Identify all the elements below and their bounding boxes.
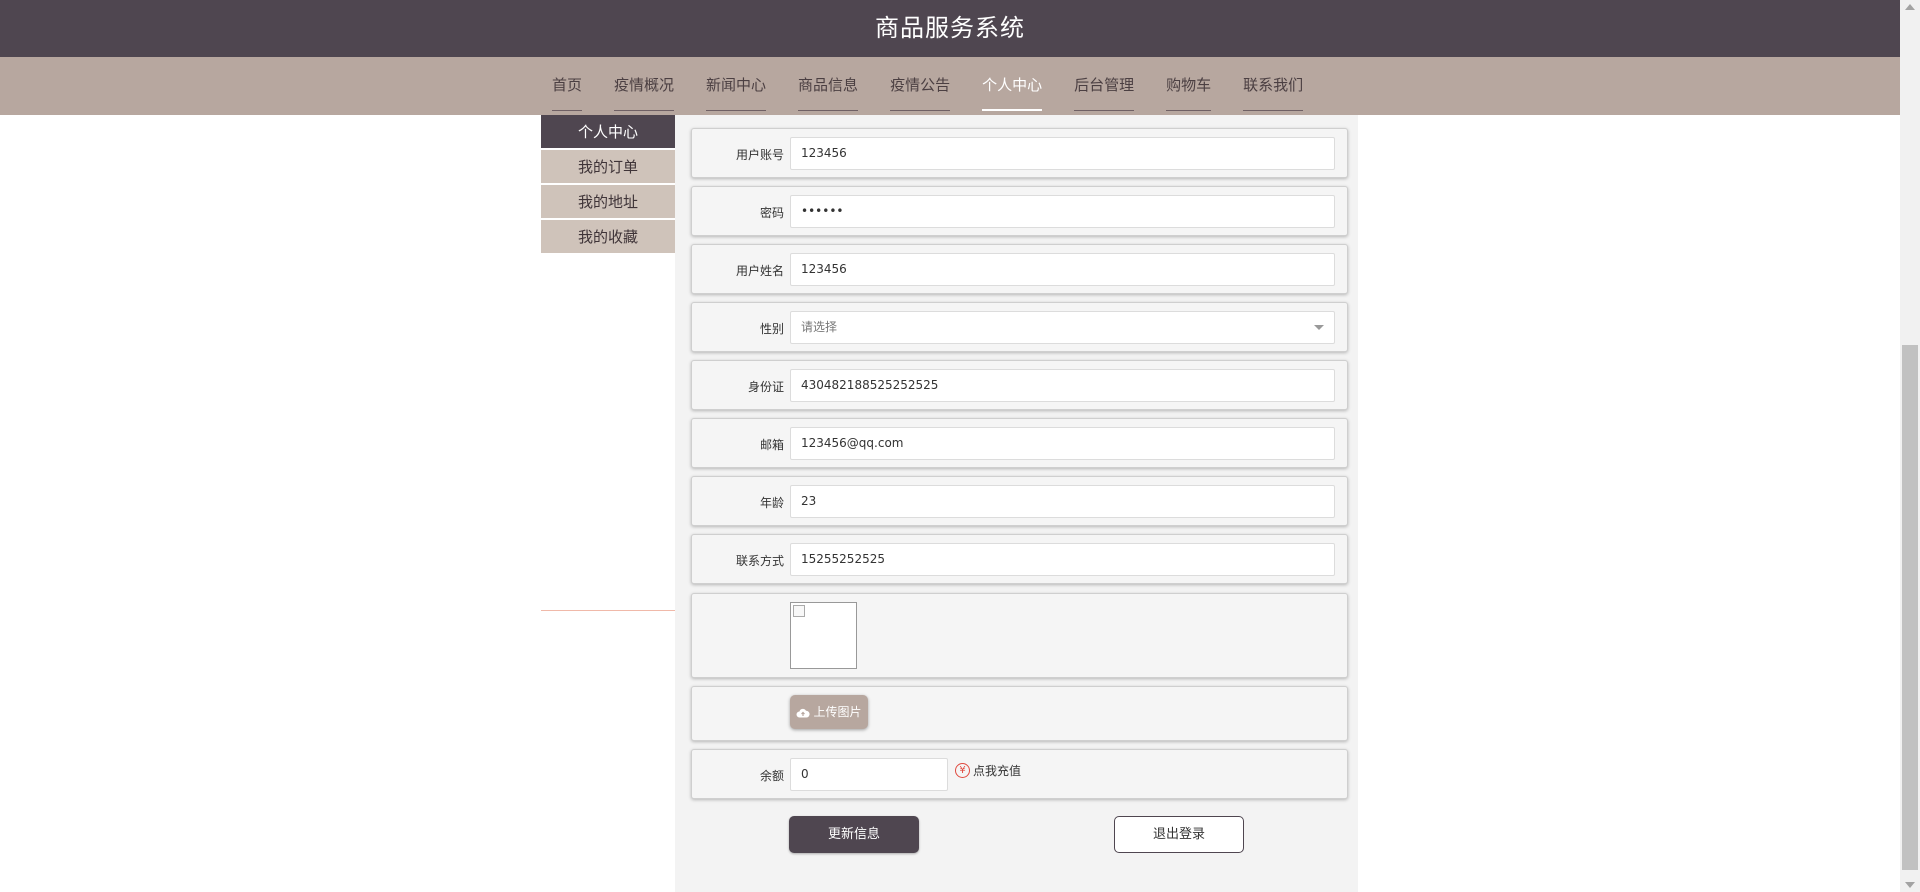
recharge-link[interactable]: ¥ 点我充值 — [955, 762, 1021, 779]
age-label: 年龄 — [759, 496, 784, 510]
nav-item-products[interactable]: 商品信息 — [798, 57, 859, 115]
nav-item-label: 首页 — [552, 76, 583, 94]
balance-input[interactable]: 0 — [790, 758, 948, 791]
realname-input[interactable]: 123456 — [790, 253, 1335, 286]
nav-item-label: 疫情公告 — [890, 76, 951, 94]
email-input[interactable]: 123456@qq.com — [790, 427, 1335, 460]
gender-select[interactable]: 请选择 — [790, 311, 1335, 344]
logout-button[interactable]: 退出登录 — [1114, 816, 1244, 853]
nav-item-label: 个人中心 — [982, 76, 1043, 94]
form-row-balance: 余额 0 ¥ 点我充值 — [691, 749, 1348, 799]
chevron-down-icon — [1314, 325, 1324, 330]
nav-item-label: 联系我们 — [1243, 76, 1304, 94]
avatar-image — [790, 602, 857, 669]
form-row-idcard: 身份证 430482188525252525 — [691, 360, 1348, 410]
nav-item-label: 购物车 — [1166, 76, 1212, 94]
form-row-upload: 上传图片 — [691, 686, 1348, 741]
profile-form: 用户账号 123456 密码 •••••• 用户姓名 123456 性别 请选择… — [675, 115, 1358, 892]
email-label: 邮箱 — [759, 438, 784, 452]
scroll-down-arrow-icon[interactable] — [1905, 882, 1915, 888]
nav-item-personal-center[interactable]: 个人中心 — [982, 57, 1043, 115]
nav-item-label: 商品信息 — [798, 76, 859, 94]
nav-list: 首页 疫情概况 新闻中心 商品信息 疫情公告 个人中心 后台管理 购物车 联系我… — [552, 57, 1335, 115]
nav-item-label: 后台管理 — [1074, 76, 1135, 94]
password-input[interactable]: •••••• — [790, 195, 1335, 228]
sidebar-item-favorites[interactable]: 我的收藏 — [541, 220, 675, 255]
cloud-upload-icon — [796, 708, 811, 717]
sidebar-item-orders[interactable]: 我的订单 — [541, 150, 675, 185]
form-row-password: 密码 •••••• — [691, 186, 1348, 236]
scrollbar-thumb[interactable] — [1902, 345, 1918, 870]
balance-label: 余额 — [759, 769, 784, 783]
sidebar: 个人中心 我的订单 我的地址 我的收藏 — [541, 115, 675, 611]
form-row-realname: 用户姓名 123456 — [691, 244, 1348, 294]
update-info-button[interactable]: 更新信息 — [789, 816, 919, 853]
form-row-phone: 联系方式 15255252525 — [691, 534, 1348, 584]
nav-item-label: 新闻中心 — [706, 76, 767, 94]
upload-image-label: 上传图片 — [813, 705, 862, 719]
phone-label: 联系方式 — [735, 554, 784, 568]
idcard-label: 身份证 — [747, 380, 784, 394]
nav-item-news[interactable]: 新闻中心 — [706, 57, 767, 115]
sidebar-item-addresses[interactable]: 我的地址 — [541, 185, 675, 220]
username-input[interactable]: 123456 — [790, 137, 1335, 170]
nav-item-contact[interactable]: 联系我们 — [1243, 57, 1304, 115]
password-label: 密码 — [759, 206, 784, 220]
realname-label: 用户姓名 — [735, 264, 784, 278]
nav-item-announcements[interactable]: 疫情公告 — [890, 57, 951, 115]
app-header: 商品服务系统 — [0, 0, 1900, 57]
nav-item-home[interactable]: 首页 — [552, 57, 583, 115]
site-title: 商品服务系统 — [875, 14, 1025, 42]
broken-image-icon — [793, 605, 805, 617]
nav-item-cart[interactable]: 购物车 — [1166, 57, 1212, 115]
yen-icon: ¥ — [955, 763, 970, 778]
main-nav: 首页 疫情概况 新闻中心 商品信息 疫情公告 个人中心 后台管理 购物车 联系我… — [0, 57, 1900, 115]
form-row-avatar — [691, 593, 1348, 678]
age-input[interactable]: 23 — [790, 485, 1335, 518]
form-row-age: 年龄 23 — [691, 476, 1348, 526]
phone-input[interactable]: 15255252525 — [790, 543, 1335, 576]
username-label: 用户账号 — [735, 148, 784, 162]
nav-item-admin[interactable]: 后台管理 — [1074, 57, 1135, 115]
nav-item-epidemic-overview[interactable]: 疫情概况 — [614, 57, 675, 115]
gender-label: 性别 — [759, 322, 784, 336]
form-row-username: 用户账号 123456 — [691, 128, 1348, 178]
upload-image-button[interactable]: 上传图片 — [790, 695, 868, 729]
gender-select-placeholder: 请选择 — [801, 320, 838, 334]
vertical-scrollbar[interactable] — [1900, 0, 1920, 892]
form-row-gender: 性别 请选择 — [691, 302, 1348, 352]
form-row-email: 邮箱 123456@qq.com — [691, 418, 1348, 468]
nav-item-label: 疫情概况 — [614, 76, 675, 94]
sidebar-item-personal-center[interactable]: 个人中心 — [541, 115, 675, 150]
recharge-label: 点我充值 — [973, 764, 1022, 778]
idcard-input[interactable]: 430482188525252525 — [790, 369, 1335, 402]
scroll-up-arrow-icon[interactable] — [1905, 4, 1915, 10]
